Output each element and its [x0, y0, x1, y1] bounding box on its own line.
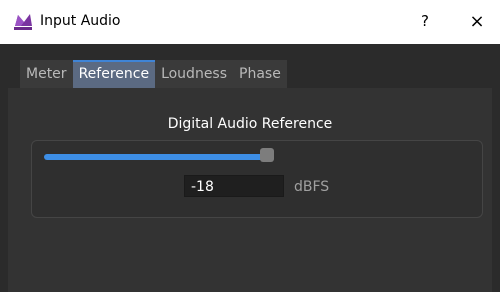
section-title: Digital Audio Reference: [167, 116, 333, 132]
tab-loudness[interactable]: Loudness: [155, 60, 233, 88]
tab-meter[interactable]: Meter: [20, 60, 73, 88]
dialog-content: Meter Reference Loudness Phase Digital A…: [0, 44, 500, 292]
reference-panel: Digital Audio Reference -18 dBFS: [8, 88, 492, 292]
reference-value-input[interactable]: -18: [184, 175, 284, 197]
tab-phase[interactable]: Phase: [233, 60, 287, 88]
title-bar: Input Audio ? ×: [0, 0, 500, 44]
unit-label: dBFS: [294, 179, 330, 195]
tab-bar: Meter Reference Loudness Phase: [20, 60, 287, 88]
help-button[interactable]: ?: [412, 8, 438, 34]
reference-slider-track[interactable]: [44, 154, 264, 160]
input-audio-window: Input Audio ? × Meter Reference Loudness…: [0, 0, 500, 292]
app-logo-icon: [12, 12, 34, 32]
tab-reference[interactable]: Reference: [72, 60, 156, 88]
window-title: Input Audio: [40, 13, 121, 29]
close-button[interactable]: ×: [464, 8, 490, 34]
reference-group: -18 dBFS: [31, 140, 483, 218]
reference-slider-handle[interactable]: [260, 148, 274, 162]
